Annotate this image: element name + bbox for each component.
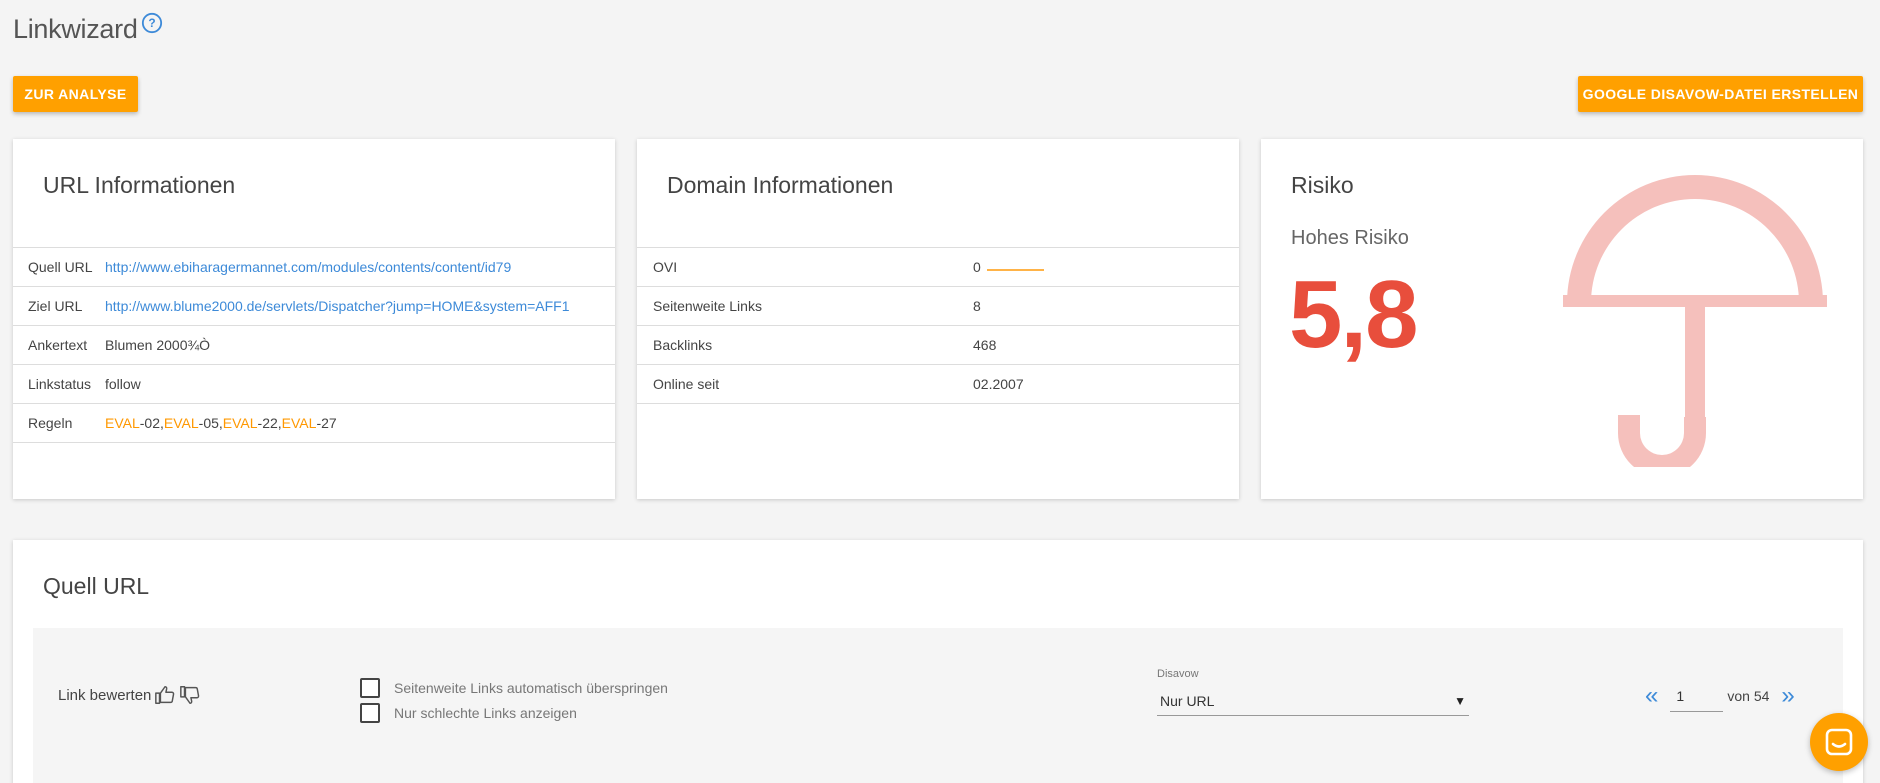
table-row: Seitenweite Links 8	[637, 287, 1239, 326]
risk-card: Risiko Hohes Risiko 5,8	[1261, 139, 1863, 499]
risk-title: Risiko	[1291, 172, 1354, 198]
disavow-selected-value: Nur URL	[1160, 692, 1215, 709]
link-rating: Link bewerten	[58, 684, 201, 706]
backlinks-value: 468	[973, 337, 997, 353]
risk-score: 5,8	[1289, 261, 1418, 368]
bad-links-checkbox[interactable]	[360, 703, 380, 723]
rule-link[interactable]: EVAL	[223, 415, 258, 431]
umbrella-icon	[1563, 175, 1827, 467]
rule-link[interactable]: EVAL	[164, 415, 199, 431]
help-icon[interactable]: ?	[141, 12, 163, 34]
thumbs-up-icon[interactable]	[154, 684, 176, 706]
ovi-number: 0	[973, 259, 981, 275]
table-row: Ankertext Blumen 2000¾Ò	[13, 326, 615, 365]
domain-info-table: OVI 0 Seitenweite Links 8 Backlinks 468 …	[637, 247, 1239, 404]
chat-icon	[1825, 728, 1853, 756]
page-total: von 54	[1727, 688, 1770, 704]
table-row: Ziel URL http://www.blume2000.de/servlet…	[13, 287, 615, 326]
create-disavow-file-button[interactable]: GOOGLE DISAVOW-DATEI ERSTELLEN	[1578, 76, 1863, 112]
url-info-table: Quell URL http://www.ebiharagermannet.co…	[13, 247, 615, 443]
link-status-value: follow	[105, 376, 141, 392]
online-since-value: 02.2007	[973, 376, 1024, 392]
rule-suffix: -22,	[257, 415, 282, 431]
rule-suffix: -02,	[139, 415, 164, 431]
skip-sitewide-label: Seitenweite Links automatisch überspring…	[394, 680, 668, 696]
disavow-select: Disavow Nur URL ▼	[1157, 668, 1469, 716]
rate-label: Link bewerten	[58, 686, 152, 704]
source-url-link[interactable]: http://www.ebiharagermannet.com/modules/…	[105, 259, 511, 275]
ovi-sparkline	[986, 269, 1044, 272]
row-label: Seitenweite Links	[653, 298, 762, 314]
quell-url-title: Quell URL	[43, 573, 150, 599]
row-label: Ziel URL	[28, 298, 83, 314]
rule-suffix: -05,	[198, 415, 223, 431]
table-row: Linkstatus follow	[13, 365, 615, 404]
table-row: OVI 0	[637, 248, 1239, 287]
rule-link[interactable]: EVAL	[282, 415, 317, 431]
chat-launcher-button[interactable]	[1810, 713, 1868, 771]
analyse-button[interactable]: ZUR ANALYSE	[13, 76, 138, 112]
domain-info-title: Domain Informationen	[667, 172, 894, 198]
target-url-link[interactable]: http://www.blume2000.de/servlets/Dispatc…	[105, 298, 570, 314]
filter-bar: Link bewerten Seitenweite Links automati…	[33, 628, 1843, 783]
risk-level: Hohes Risiko	[1291, 227, 1409, 249]
quell-url-card: Quell URL Link bewerten Seitenweite Link…	[13, 540, 1863, 783]
row-label: OVI	[653, 259, 678, 275]
url-info-title: URL Informationen	[43, 172, 236, 198]
row-label: Backlinks	[653, 337, 713, 353]
skip-sitewide-option: Seitenweite Links automatisch überspring…	[360, 678, 668, 698]
rule-suffix: -27	[316, 415, 337, 431]
sitewide-links-value: 8	[973, 298, 981, 314]
page-title: Linkwizard	[13, 14, 138, 44]
rule-link[interactable]: EVAL	[105, 415, 140, 431]
bad-links-option: Nur schlechte Links anzeigen	[360, 703, 577, 723]
next-page-icon[interactable]: »	[1781, 684, 1794, 708]
pagination: « von 54 »	[1645, 680, 1795, 712]
anchor-text-value: Blumen 2000¾Ò	[105, 337, 211, 353]
table-row: Backlinks 468	[637, 326, 1239, 365]
bad-links-label: Nur schlechte Links anzeigen	[394, 705, 577, 721]
previous-page-icon[interactable]: «	[1645, 684, 1658, 708]
table-row: Quell URL http://www.ebiharagermannet.co…	[13, 248, 615, 287]
rules-value: EVAL-02,EVAL-05,EVAL-22,EVAL-27	[105, 415, 337, 431]
row-label: Ankertext	[28, 337, 88, 353]
disavow-label: Disavow	[1157, 668, 1199, 680]
caret-down-icon: ▼	[1454, 693, 1466, 708]
row-label: Regeln	[28, 415, 73, 431]
disavow-dropdown[interactable]: Nur URL ▼	[1157, 686, 1469, 716]
svg-text:?: ?	[148, 16, 155, 30]
row-label: Linkstatus	[28, 376, 92, 392]
url-info-card: URL Informationen Quell URL http://www.e…	[13, 139, 615, 499]
row-label: Quell URL	[28, 259, 93, 275]
domain-info-card: Domain Informationen OVI 0 Seitenweite L…	[637, 139, 1239, 499]
table-row: Online seit 02.2007	[637, 365, 1239, 404]
skip-sitewide-checkbox[interactable]	[360, 678, 380, 698]
page-number-input[interactable]	[1670, 680, 1724, 712]
row-label: Online seit	[653, 376, 720, 392]
table-row: Regeln EVAL-02,EVAL-05,EVAL-22,EVAL-27	[13, 404, 615, 443]
ovi-value: 0	[973, 259, 1044, 275]
thumbs-down-icon[interactable]	[179, 684, 201, 706]
